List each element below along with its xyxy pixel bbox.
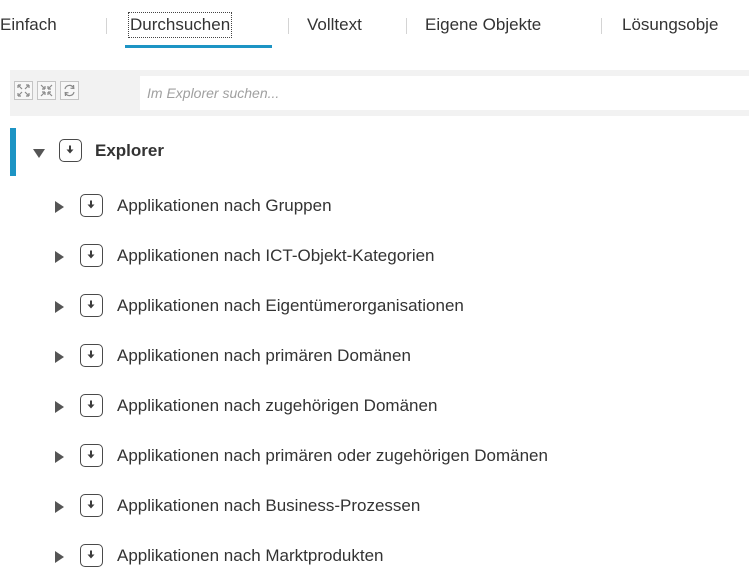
refresh-icon: [64, 84, 75, 97]
explorer-toolbar: [10, 70, 749, 116]
expand-all-icon: [17, 84, 30, 97]
tab-eigene-objekte[interactable]: Eigene Objekte: [425, 14, 541, 36]
download-icon: [80, 444, 103, 467]
tree-item[interactable]: Applikationen nach Marktprodukten: [0, 533, 749, 583]
explorer-search-input[interactable]: [140, 76, 749, 110]
download-icon: [59, 139, 82, 162]
tab-divider: [106, 18, 107, 34]
expand-caret-icon[interactable]: [55, 451, 64, 463]
collapse-all-icon: [40, 84, 53, 97]
tab-divider: [601, 18, 602, 34]
expand-caret-icon[interactable]: [55, 551, 64, 563]
expand-caret-icon[interactable]: [55, 201, 64, 213]
tree-item-label: Applikationen nach Business-Prozessen: [117, 496, 421, 515]
tree-item-label: Applikationen nach primären oder zugehör…: [117, 446, 548, 465]
tree-item-label: Applikationen nach Eigentümerorganisatio…: [117, 296, 464, 315]
expand-all-button[interactable]: [14, 81, 33, 100]
tree-item-label: Applikationen nach ICT-Objekt-Kategorien: [117, 246, 435, 265]
tree-item-label: Applikationen nach Gruppen: [117, 196, 332, 215]
collapse-caret-icon[interactable]: [33, 149, 45, 158]
download-icon: [80, 294, 103, 317]
expand-caret-icon[interactable]: [55, 401, 64, 413]
tree-item[interactable]: Applikationen nach Business-Prozessen: [0, 483, 749, 533]
download-icon: [80, 344, 103, 367]
tree-root-explorer[interactable]: Explorer: [0, 128, 749, 178]
active-tab-indicator: [125, 45, 272, 48]
tree-item-label: Applikationen nach zugehörigen Domänen: [117, 396, 438, 415]
tree-item[interactable]: Applikationen nach zugehörigen Domänen: [0, 383, 749, 433]
tree-item[interactable]: Applikationen nach Gruppen: [0, 183, 749, 233]
expand-caret-icon[interactable]: [55, 251, 64, 263]
refresh-button[interactable]: [60, 81, 79, 100]
collapse-all-button[interactable]: [37, 81, 56, 100]
tree-item[interactable]: Applikationen nach primären oder zugehör…: [0, 433, 749, 483]
download-icon: [80, 394, 103, 417]
tab-durchsuchen[interactable]: Durchsuchen: [127, 12, 233, 38]
tab-volltext[interactable]: Volltext: [307, 14, 362, 36]
download-icon: [80, 544, 103, 567]
tab-divider: [406, 18, 407, 34]
tab-loesungsobjekte[interactable]: Lösungsobje: [622, 14, 718, 36]
tree-item-label: Applikationen nach primären Domänen: [117, 346, 411, 365]
tree-item[interactable]: Applikationen nach primären Domänen: [0, 333, 749, 383]
tab-bar: Einfach Durchsuchen Volltext Eigene Obje…: [0, 0, 749, 56]
download-icon: [80, 244, 103, 267]
tab-divider: [288, 18, 289, 34]
tree-item[interactable]: Applikationen nach ICT-Objekt-Kategorien: [0, 233, 749, 283]
expand-caret-icon[interactable]: [55, 501, 64, 513]
download-icon: [80, 194, 103, 217]
expand-caret-icon[interactable]: [55, 301, 64, 313]
tree-root-label: Explorer: [95, 141, 164, 160]
tree-item-label: Applikationen nach Marktprodukten: [117, 546, 384, 565]
expand-caret-icon[interactable]: [55, 351, 64, 363]
tree-item[interactable]: Applikationen nach Eigentümerorganisatio…: [0, 283, 749, 333]
download-icon: [80, 494, 103, 517]
tab-einfach[interactable]: Einfach: [0, 14, 57, 36]
